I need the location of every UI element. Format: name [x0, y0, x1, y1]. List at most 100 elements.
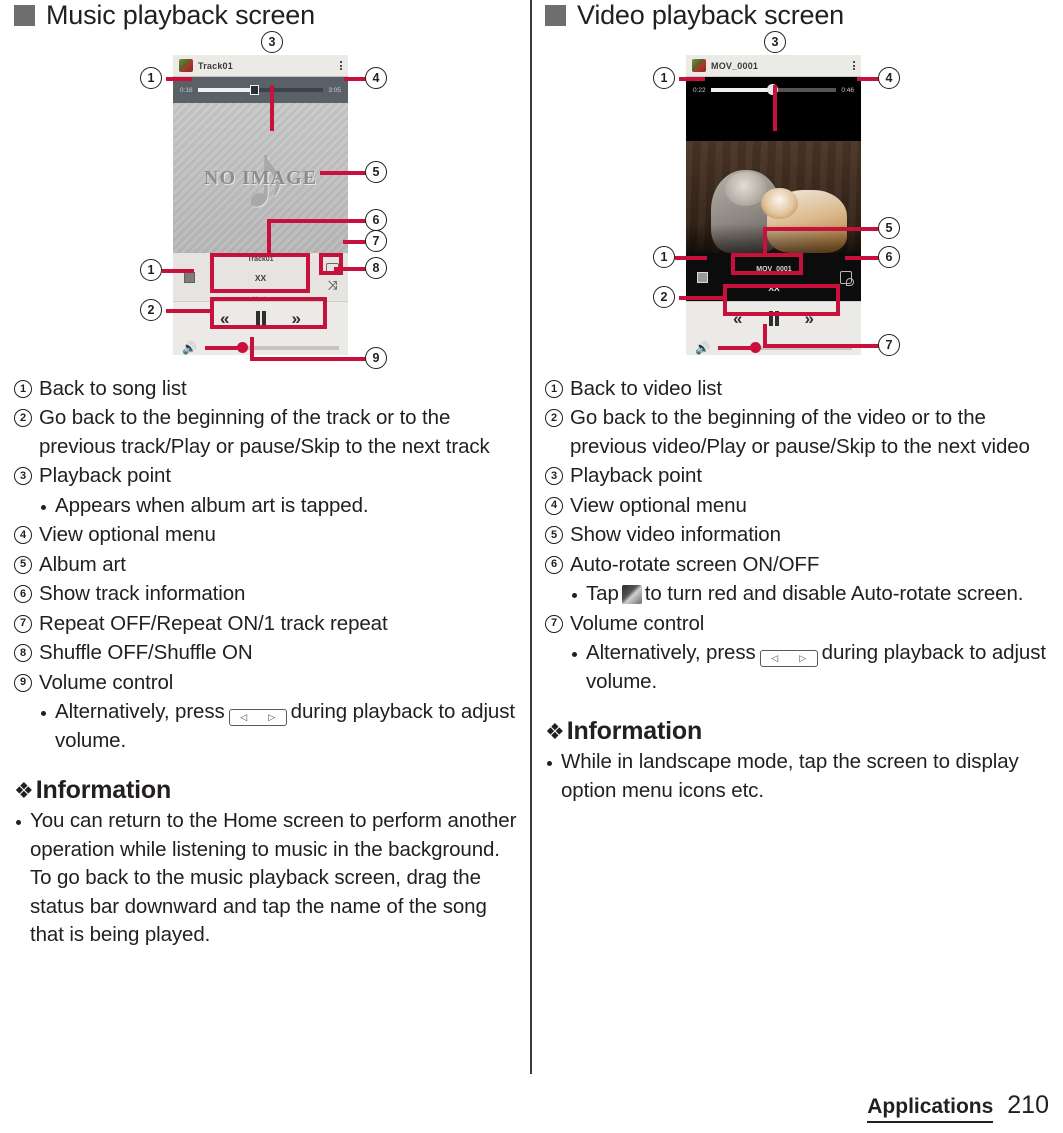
item-text: Go back to the beginning of the video or… — [570, 406, 1030, 458]
music-app-title-bar: Track01 — [173, 55, 348, 77]
leader-line-3 — [270, 85, 274, 131]
item-text: View optional menu — [39, 523, 216, 547]
song-list-icon[interactable] — [184, 271, 195, 283]
music-volume-fill — [204, 346, 240, 350]
information-bullet: You can return to the Home screen to per… — [16, 807, 519, 949]
music-volume-slider[interactable] — [204, 342, 339, 353]
volume-up-triangle-icon: ▷ — [799, 653, 807, 664]
video-list-icon[interactable] — [697, 271, 708, 283]
video-volume-knob[interactable] — [750, 342, 762, 353]
item-text: Show video information — [570, 523, 781, 547]
list-item: 4 View optional menu — [14, 521, 519, 549]
list-item: 7 Volume control — [545, 610, 1055, 638]
volume-key-icon: ◁ ▷ — [759, 650, 818, 668]
item-text: Repeat OFF/Repeat ON/1 track repeat — [39, 611, 388, 635]
sub-bullet: Tap to turn red and disable Auto-rotate s… — [572, 580, 1055, 608]
speaker-icon: 🔊 — [182, 341, 197, 355]
list-item: 5 Show video information — [545, 521, 1055, 549]
music-app-icon — [179, 59, 193, 72]
callout-9: 9 — [365, 347, 387, 369]
rotate-note-post: to turn red and disable Auto-rotate scre… — [644, 582, 1024, 606]
video-playback-figure: MOV_0001 0:22 0:46 MOV_0001 XX « » 🔊 1 3… — [545, 31, 1055, 371]
left-item-list: 1 Back to song list 2 Go back to the beg… — [14, 375, 519, 755]
music-playback-figure: Track01 0:16 3:05 ♪ NO IMAGE Track01 XX … — [14, 31, 519, 371]
overflow-menu-icon[interactable] — [340, 61, 342, 70]
music-volume-row[interactable]: 🔊 — [173, 335, 348, 355]
item-number: 1 — [545, 380, 563, 398]
item-number: 2 — [545, 409, 563, 428]
item-number: 9 — [14, 673, 32, 692]
item-text: Show track information — [39, 582, 246, 606]
music-seek-bar[interactable]: 0:16 3:05 — [173, 77, 348, 103]
volume-down-triangle-icon: ◁ — [240, 712, 248, 723]
left-section-heading: Music playback screen — [14, 2, 519, 29]
music-seek-knob[interactable] — [250, 85, 260, 95]
bullet-dot — [41, 504, 46, 510]
list-item: 2 Go back to the beginning of the track … — [14, 404, 519, 461]
leader-line-8 — [334, 267, 368, 271]
sub-bullet: Appears when album art is tapped. — [41, 492, 519, 520]
callout-1b: 1 — [140, 259, 162, 281]
highlight-box-7 — [319, 253, 343, 275]
list-item: 3 Playback point — [14, 462, 519, 490]
video-file-title: MOV_0001 — [711, 60, 759, 71]
auto-rotate-icon[interactable] — [840, 270, 854, 286]
item-text: Go back to the beginning of the track or… — [39, 406, 490, 458]
item-number: 2 — [14, 409, 32, 428]
album-art[interactable]: ♪ NO IMAGE — [173, 103, 348, 253]
list-item: 4 View optional menu — [545, 492, 1055, 520]
diamond-bullet-icon: ❖ — [545, 719, 565, 745]
leader-line-6v — [267, 219, 271, 257]
item-number: 5 — [14, 555, 32, 574]
video-app-icon — [692, 59, 706, 72]
music-volume-knob[interactable] — [237, 342, 249, 353]
callout-2: 2 — [140, 299, 162, 321]
item-number: 8 — [14, 644, 32, 663]
item-number: 3 — [545, 467, 563, 486]
leader-line-6h — [267, 219, 368, 223]
bullet-dot — [572, 593, 577, 599]
left-information-heading: ❖ Information — [14, 776, 519, 805]
music-seek-track[interactable] — [197, 85, 324, 95]
leader-line-2 — [166, 309, 214, 313]
music-track-title: Track01 — [198, 60, 233, 71]
video-seek-filled — [710, 88, 770, 92]
information-text: You can return to the Home screen to per… — [30, 809, 517, 947]
leader-line-5v — [763, 227, 767, 257]
rotate-note-pre: Tap — [586, 582, 619, 606]
callout-7: 7 — [365, 230, 387, 252]
callout-1b: 1 — [653, 246, 675, 268]
bullet-dot — [572, 652, 577, 658]
album-art-label: NO IMAGE — [204, 166, 317, 189]
auto-rotate-icon — [621, 585, 642, 605]
sub-bullet-text: Appears when album art is tapped. — [55, 493, 369, 517]
item-text: Volume control — [570, 611, 705, 635]
item-number: 4 — [545, 496, 563, 515]
right-item-list: 1 Back to video list 2 Go back to the be… — [545, 375, 1055, 696]
shuffle-icon[interactable]: ⤨ — [328, 279, 338, 291]
bullet-dot — [41, 711, 46, 717]
heading-bullet-square — [545, 5, 566, 26]
speaker-icon: 🔊 — [695, 341, 710, 355]
diamond-bullet-icon: ❖ — [14, 778, 34, 804]
video-app-title-bar: MOV_0001 — [686, 55, 861, 77]
leader-line-1b — [162, 269, 194, 273]
video-elapsed-time: 0:22 — [693, 86, 706, 94]
sub-bullet: Alternatively, press ◁ ▷ during playback to… — [572, 639, 1055, 696]
item-number: 1 — [14, 380, 32, 398]
item-text: Auto-rotate screen ON/OFF — [570, 552, 820, 576]
video-mode-icons — [840, 270, 854, 286]
column-divider — [530, 0, 532, 1074]
highlight-box-2 — [210, 297, 327, 329]
volume-up-triangle-icon: ▷ — [268, 712, 276, 723]
volume-note-pre: Alternatively, press — [55, 700, 225, 724]
music-total-time: 3:05 — [328, 86, 341, 94]
highlight-box-6 — [210, 253, 310, 293]
overflow-menu-icon[interactable] — [853, 61, 855, 70]
information-bullet: While in landscape mode, tap the screen … — [547, 748, 1055, 805]
callout-5: 5 — [878, 217, 900, 239]
list-item: 3 Playback point — [545, 462, 1055, 490]
video-scene-cats — [686, 141, 861, 253]
list-item: 9 Volume control — [14, 669, 519, 697]
right-information-heading: ❖ Information — [545, 717, 1055, 746]
